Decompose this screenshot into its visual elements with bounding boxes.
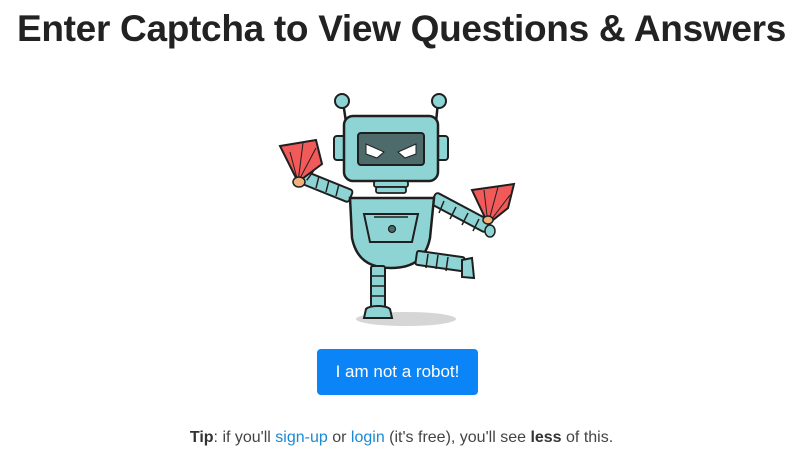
robot-standing-leg [362, 265, 394, 319]
login-link[interactable]: login [351, 429, 385, 446]
robot-illustration [276, 90, 526, 330]
tip-text: Tip: if you'll sign-up or login (it's fr… [0, 427, 803, 449]
tip-text-end: of this. [561, 429, 614, 446]
robot-kicking-leg [414, 249, 476, 280]
right-antenna [431, 93, 447, 109]
not-a-robot-button[interactable]: I am not a robot! [317, 349, 478, 395]
page-title: Enter Captcha to View Questions & Answer… [16, 8, 786, 49]
tip-text-after: (it's free), you'll see [384, 429, 531, 446]
tip-label: Tip [189, 429, 214, 446]
captcha-page: Enter Captcha to View Questions & Answer… [0, 0, 803, 455]
tip-text-between: or [327, 429, 351, 446]
left-antenna [334, 93, 350, 109]
tip-emphasis: less [530, 429, 562, 446]
signup-link[interactable]: sign-up [275, 429, 327, 446]
tip-text-before: : if you'll [213, 429, 276, 446]
